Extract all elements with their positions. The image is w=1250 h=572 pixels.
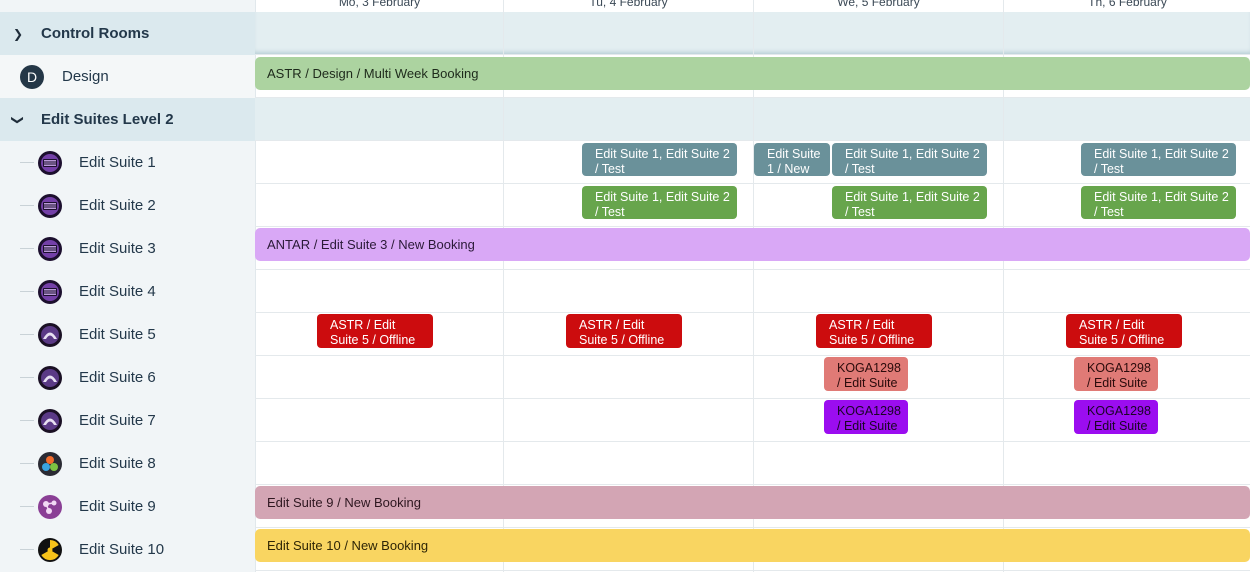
avid-pro-tools-icon [37, 322, 63, 348]
booking-koga[interactable]: KOGA1298 / Edit Suite [824, 400, 908, 434]
resource-label: Edit Suite 1 [79, 154, 156, 171]
resource-row-edit-suite-8[interactable]: Edit Suite 8 [0, 442, 255, 485]
resource-row-edit-suite-3[interactable]: Edit Suite 3 [0, 227, 255, 270]
booking-edit-suite-1-new[interactable]: Edit Suite 1 / New [754, 143, 830, 176]
avid-media-composer-icon [37, 236, 63, 262]
group-row-edit-suites-level-2[interactable]: ❯ Edit Suites Level 2 [0, 98, 255, 141]
tree-branch [20, 205, 34, 206]
booking-test[interactable]: Edit Suite 1, Edit Suite 2 / Test [582, 143, 737, 176]
group-row-control-rooms[interactable]: ❯ Control Rooms [0, 12, 255, 55]
resource-row-edit-suite-4[interactable]: Edit Suite 4 [0, 270, 255, 313]
resource-sidebar: ❯ Control Rooms D Design ❯ Edit Suites L… [0, 0, 256, 572]
resource-label: Edit Suite 2 [79, 197, 156, 214]
booking-edit-suite-10[interactable]: Edit Suite 10 / New Booking [255, 529, 1250, 562]
resource-row-edit-suite-5[interactable]: Edit Suite 5 [0, 313, 255, 356]
resource-label: Design [62, 68, 109, 85]
resource-row-edit-suite-6[interactable]: Edit Suite 6 [0, 356, 255, 399]
resource-row-edit-suite-9[interactable]: Edit Suite 9 [0, 485, 255, 528]
nuke-icon [37, 537, 63, 563]
group-label: Edit Suites Level 2 [41, 111, 174, 128]
tree-branch [20, 506, 34, 507]
day-header: Th, 6 February [1088, 0, 1167, 9]
tree-branch [20, 334, 34, 335]
resource-row-edit-suite-2[interactable]: Edit Suite 2 [0, 184, 255, 227]
resource-row-design[interactable]: D Design [0, 55, 255, 98]
avatar: D [20, 64, 44, 89]
booking-offline[interactable]: ASTR / Edit Suite 5 / Offline [317, 314, 433, 348]
tree-branch [20, 162, 34, 163]
booking-offline[interactable]: ASTR / Edit Suite 5 / Offline [816, 314, 932, 348]
tree-branch [20, 463, 34, 464]
booking-test[interactable]: Edit Suite 1, Edit Suite 2 / Test [1081, 186, 1236, 219]
booking-test[interactable]: Edit Suite 1, Edit Suite 2 / Test [1081, 143, 1236, 176]
booking-koga[interactable]: KOGA1298 / Edit Suite [1074, 357, 1158, 391]
booking-offline[interactable]: ASTR / Edit Suite 5 / Offline [1066, 314, 1182, 348]
resource-row-edit-suite-10[interactable]: Edit Suite 10 [0, 528, 255, 571]
molecule-app-icon [37, 494, 63, 520]
resource-label: Edit Suite 5 [79, 326, 156, 343]
resource-row-edit-suite-7[interactable]: Edit Suite 7 [0, 399, 255, 442]
resource-label: Edit Suite 4 [79, 283, 156, 300]
chevron-down-icon[interactable]: ❯ [11, 114, 25, 126]
booking-test[interactable]: Edit Suite 1, Edit Suite 2 / Test [582, 186, 737, 219]
booking-test[interactable]: Edit Suite 1, Edit Suite 2 / Test [832, 186, 987, 219]
booking-koga[interactable]: KOGA1298 / Edit Suite [824, 357, 908, 391]
resource-label: Edit Suite 7 [79, 412, 156, 429]
resource-label: Edit Suite 8 [79, 455, 156, 472]
chevron-right-icon[interactable]: ❯ [12, 27, 24, 41]
resource-label: Edit Suite 10 [79, 541, 165, 558]
booking-antar-edit-suite-3[interactable]: ANTAR / Edit Suite 3 / New Booking [255, 228, 1250, 261]
schedule-timeline: Mo, 3 February Tu, 4 February We, 5 Febr… [255, 0, 1250, 572]
day-header: We, 5 February [837, 0, 920, 9]
booking-koga[interactable]: KOGA1298 / Edit Suite [1074, 400, 1158, 434]
day-header: Mo, 3 February [338, 0, 421, 9]
booking-offline[interactable]: ASTR / Edit Suite 5 / Offline [566, 314, 682, 348]
avid-media-composer-icon [37, 279, 63, 305]
group-label: Control Rooms [41, 25, 150, 42]
avid-pro-tools-icon [37, 365, 63, 391]
booking-edit-suite-9[interactable]: Edit Suite 9 / New Booking [255, 486, 1250, 519]
day-header: Tu, 4 February [589, 0, 668, 9]
tree-branch [20, 377, 34, 378]
tree-branch [20, 420, 34, 421]
avid-media-composer-icon [37, 150, 63, 176]
resource-label: Edit Suite 3 [79, 240, 156, 257]
tree-branch [20, 248, 34, 249]
booking-design-multi-week[interactable]: ASTR / Design / Multi Week Booking [255, 57, 1250, 90]
booking-test[interactable]: Edit Suite 1, Edit Suite 2 / Test [832, 143, 987, 176]
davinci-resolve-icon [37, 451, 63, 477]
resource-row-edit-suite-1[interactable]: Edit Suite 1 [0, 141, 255, 184]
tree-branch [20, 291, 34, 292]
resource-label: Edit Suite 6 [79, 369, 156, 386]
avid-pro-tools-icon [37, 408, 63, 434]
avid-media-composer-icon [37, 193, 63, 219]
tree-branch [20, 549, 34, 550]
resource-label: Edit Suite 9 [79, 498, 156, 515]
